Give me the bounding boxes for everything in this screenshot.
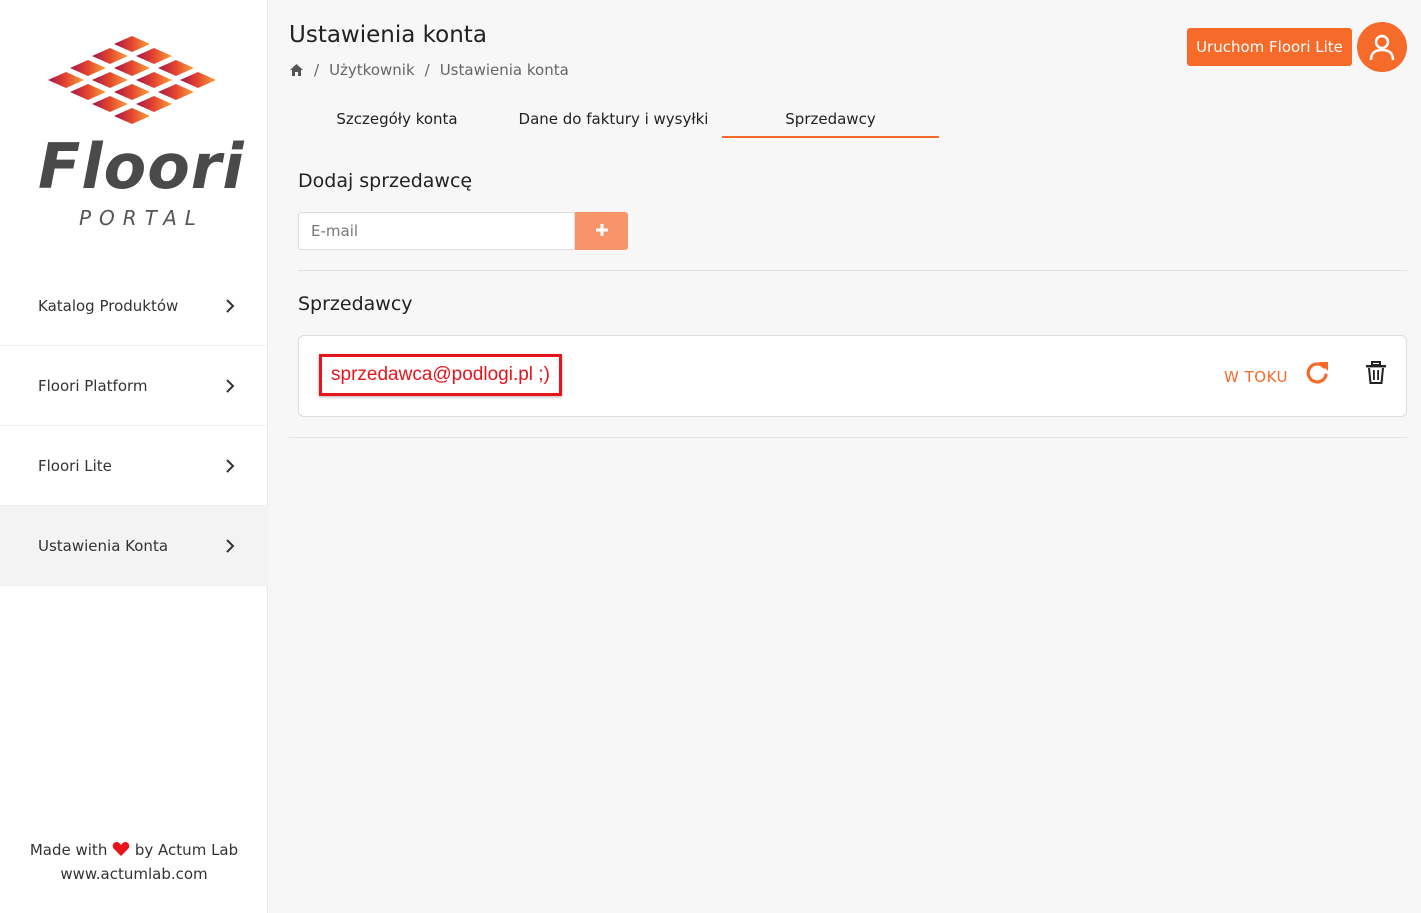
- footer-website-link[interactable]: www.actumlab.com: [0, 862, 268, 886]
- sidebar-item-ustawienia-konta[interactable]: Ustawienia Konta: [0, 506, 268, 586]
- tab-dane-do-faktury[interactable]: Dane do faktury i wysyłki: [505, 100, 722, 138]
- sidebar-nav: Katalog Produktów Floori Platform Floori…: [0, 266, 268, 586]
- user-avatar-button[interactable]: [1357, 22, 1407, 72]
- heart-icon: [112, 842, 130, 856]
- status-badge: W TOKU: [1224, 368, 1288, 386]
- logo-subtitle: PORTAL: [79, 206, 204, 230]
- list-item: sprzedawca@podlogi.pl ;) W TOKU: [298, 335, 1407, 417]
- chevron-right-icon: [226, 298, 235, 313]
- plus-icon: [595, 223, 608, 236]
- sidebar-item-label: Floori Lite: [38, 456, 112, 475]
- breadcrumb-item-ustawienia-konta: Ustawienia konta: [439, 61, 569, 79]
- breadcrumb-separator: /: [424, 61, 430, 79]
- footer-by: by Actum Lab: [134, 841, 239, 859]
- sidebar-item-floori-lite[interactable]: Floori Lite: [0, 426, 268, 506]
- sidebar-footer: Made with by Actum Lab www.actumlab.com: [0, 838, 268, 886]
- seller-email-input[interactable]: [298, 212, 575, 250]
- home-icon[interactable]: [289, 63, 304, 77]
- sidebar-item-label: Ustawienia Konta: [38, 536, 169, 555]
- floori-logo[interactable]: Floori PORTAL: [0, 30, 268, 240]
- section-divider: [289, 437, 1407, 438]
- sidebar-item-floori-platform[interactable]: Floori Platform: [0, 346, 268, 426]
- chevron-right-icon: [226, 378, 235, 393]
- add-seller-button[interactable]: [575, 212, 628, 250]
- breadcrumb: / Użytkownik / Ustawienia konta: [289, 61, 569, 79]
- logo-tiles-icon: [48, 36, 216, 124]
- sellers-title: Sprzedawcy: [298, 293, 413, 315]
- tab-szczegoly-konta[interactable]: Szczegóły konta: [289, 100, 505, 138]
- page-title: Ustawienia konta: [289, 22, 487, 48]
- section-divider: [298, 270, 1407, 271]
- sidebar-item-label: Floori Platform: [38, 376, 148, 395]
- footer-made-with: Made with: [29, 841, 108, 859]
- chevron-right-icon: [226, 458, 235, 473]
- breadcrumb-item-uzytkownik[interactable]: Użytkownik: [329, 61, 415, 79]
- seller-email: sprzedawca@podlogi.pl ;): [319, 354, 562, 396]
- sidebar-item-label: Katalog Produktów: [38, 296, 179, 315]
- footer-credit: Made with by Actum Lab: [0, 838, 268, 862]
- sidebar-item-katalog-produktow[interactable]: Katalog Produktów: [0, 266, 268, 346]
- tab-sprzedawcy[interactable]: Sprzedawcy: [722, 100, 939, 138]
- chevron-right-icon: [226, 538, 235, 553]
- breadcrumb-separator: /: [314, 61, 320, 79]
- user-icon: [1369, 34, 1395, 61]
- add-seller-title: Dodaj sprzedawcę: [298, 170, 473, 192]
- logo-wordmark: Floori: [38, 130, 245, 203]
- sidebar: Floori PORTAL Katalog Produktów Floori P…: [0, 0, 268, 913]
- trash-icon[interactable]: [1365, 361, 1387, 385]
- launch-floori-lite-button[interactable]: Uruchom Floori Lite: [1187, 28, 1352, 66]
- account-tabs: Szczegóły konta Dane do faktury i wysyłk…: [289, 100, 939, 138]
- refresh-icon[interactable]: [1304, 360, 1330, 386]
